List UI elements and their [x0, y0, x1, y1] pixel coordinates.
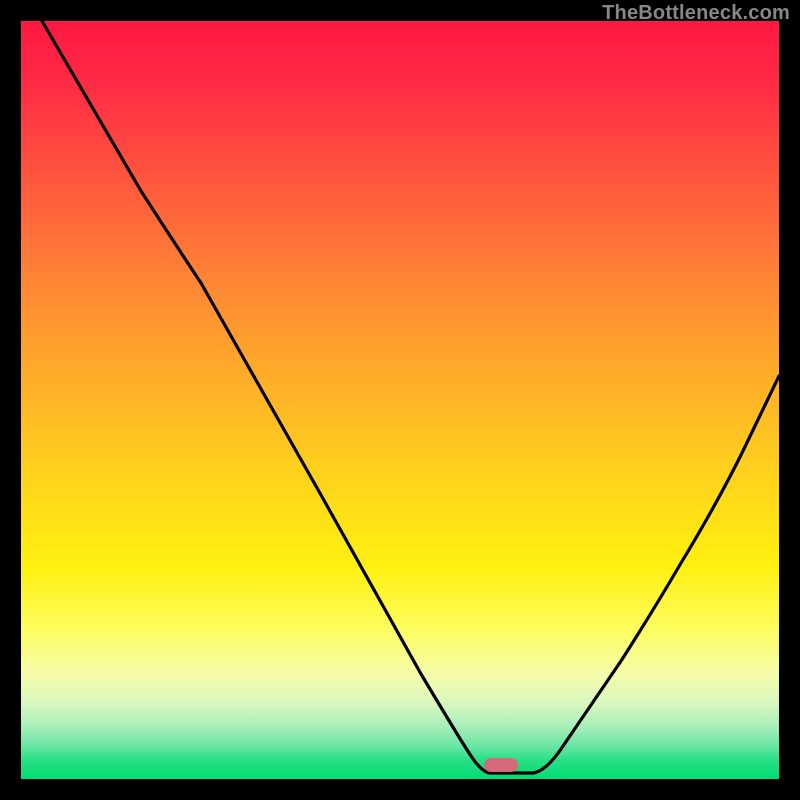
plot-area — [21, 21, 779, 779]
curve-path — [42, 21, 779, 773]
watermark-text: TheBottleneck.com — [602, 2, 790, 25]
optimal-point-marker — [484, 758, 518, 772]
bottleneck-curve — [21, 21, 779, 779]
